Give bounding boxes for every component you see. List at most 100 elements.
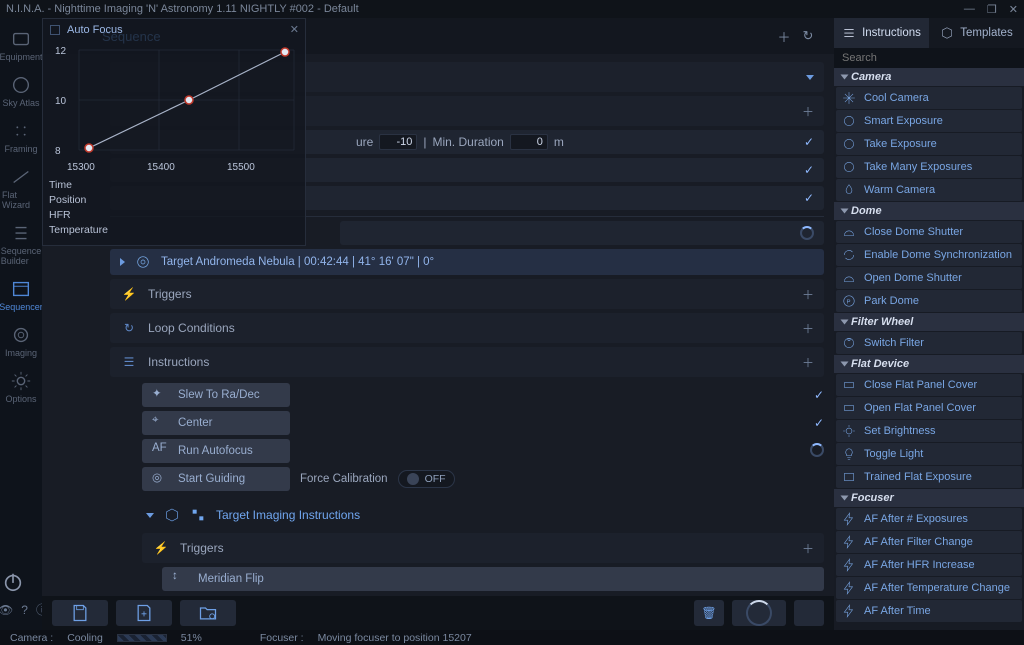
sidebar-item-imaging[interactable]: Imaging	[2, 320, 40, 362]
sidebar-item-options[interactable]: Options	[2, 366, 40, 408]
refresh-button[interactable]: ↻	[796, 24, 820, 48]
seqbuilder-icon	[10, 222, 32, 244]
stop-button[interactable]	[794, 600, 824, 626]
save-button[interactable]	[52, 600, 108, 626]
save-as-icon	[134, 603, 154, 623]
item-af-exposures[interactable]: AF After # Exposures	[836, 508, 1022, 530]
legend-time: Time	[49, 178, 299, 193]
chevron-down-icon	[146, 513, 154, 518]
loop-label: Loop Conditions	[148, 321, 235, 335]
add-icon[interactable]: ＋	[802, 320, 814, 337]
sidebar-item-equipment[interactable]: Equipment	[2, 24, 40, 66]
eye-icon[interactable]: 👁	[0, 603, 13, 617]
item-af-time[interactable]: AF After Time	[836, 600, 1022, 622]
item-af-hfr[interactable]: AF After HFR Increase	[836, 554, 1022, 576]
check-icon	[814, 416, 824, 430]
target-header-row[interactable]: Target Andromeda Nebula | 00:42:44 | 41°…	[110, 249, 824, 275]
item-cool-camera[interactable]: Cool Camera	[836, 87, 1022, 109]
min-duration-input[interactable]	[510, 134, 548, 150]
search-input[interactable]	[834, 48, 1024, 68]
legend-hfr: HFR	[49, 208, 299, 223]
instruction-slew[interactable]: ✦ Slew To Ra/Dec	[142, 383, 290, 407]
group-icon	[190, 507, 206, 523]
window-close[interactable]: ✕	[1009, 3, 1018, 16]
item-open-flat[interactable]: Open Flat Panel Cover	[836, 397, 1022, 419]
cat-dome[interactable]: Dome	[834, 202, 1024, 220]
add-icon[interactable]: ＋	[802, 286, 814, 303]
instruction-runaf[interactable]: AF Run Autofocus	[142, 439, 290, 463]
cat-filterwheel[interactable]: Filter Wheel	[834, 313, 1024, 331]
cat-camera[interactable]: Camera	[834, 68, 1024, 86]
sidebar-item-flatwizard[interactable]: Flat Wizard	[2, 162, 40, 214]
triggers-section[interactable]: ⚡ Triggers ＋	[110, 279, 824, 309]
item-enable-dome-sync[interactable]: Enable Dome Synchronization	[836, 244, 1022, 266]
add-button[interactable]: ＋	[772, 24, 796, 48]
sidebar-item-framing[interactable]: Framing	[2, 116, 40, 158]
force-calibration-toggle[interactable]: OFF	[398, 470, 455, 488]
tab-instructions[interactable]: Instructions	[834, 18, 929, 48]
svg-text:15500: 15500	[227, 162, 255, 173]
sidebar-item-sequencer[interactable]: Sequencer	[2, 274, 40, 316]
status-focuser-text: Moving focuser to position 15207	[318, 632, 472, 644]
sidebar-item-label: Sequence Builder	[1, 246, 42, 266]
add-icon[interactable]: ＋	[802, 354, 814, 371]
instruction-center[interactable]: ⌖ Center	[142, 411, 290, 435]
check-icon	[804, 163, 814, 177]
item-set-brightness[interactable]: Set Brightness	[836, 420, 1022, 442]
instruction-meridian[interactable]: ↕ Meridian Flip	[162, 567, 824, 591]
flame-icon	[842, 183, 856, 197]
park-icon: P	[842, 294, 856, 308]
target-title: Target Andromeda Nebula | 00:42:44 | 41°…	[161, 256, 434, 268]
triggers-section-2[interactable]: ⚡ Triggers ＋	[142, 533, 824, 563]
window-minimize[interactable]: —	[964, 3, 975, 16]
app-title: N.I.N.A. - Nighttime Imaging 'N' Astrono…	[6, 3, 359, 15]
sidebar-item-seqbuilder[interactable]: Sequence Builder	[2, 218, 40, 270]
save-as-button[interactable]	[116, 600, 172, 626]
item-switch-filter[interactable]: Switch Filter	[836, 332, 1022, 354]
bolt-icon	[842, 581, 856, 595]
item-close-flat[interactable]: Close Flat Panel Cover	[836, 374, 1022, 396]
autofocus-legend: Time Position HFR Temperature	[49, 178, 299, 238]
item-af-temperature[interactable]: AF After Temperature Change	[836, 577, 1022, 599]
cat-flatdevice[interactable]: Flat Device	[834, 355, 1024, 373]
loading-row[interactable]	[340, 221, 824, 245]
sidebar-item-label: Flat Wizard	[2, 190, 40, 210]
item-take-many-exposures[interactable]: Take Many Exposures	[836, 156, 1022, 178]
slew-icon: ✦	[152, 386, 170, 404]
tab-templates[interactable]: Templates	[929, 18, 1024, 48]
panel-icon	[842, 378, 856, 392]
item-trained-flat[interactable]: Trained Flat Exposure	[836, 466, 1022, 488]
window-maximize[interactable]: ❐	[987, 3, 997, 16]
item-close-dome[interactable]: Close Dome Shutter	[836, 221, 1022, 243]
item-smart-exposure[interactable]: Smart Exposure	[836, 110, 1022, 132]
delete-button[interactable]: 🗑	[694, 600, 724, 626]
close-icon[interactable]: ✕	[290, 23, 299, 36]
imaging-instructions-group[interactable]: Target Imaging Instructions	[110, 501, 824, 529]
add-icon[interactable]: ＋	[802, 540, 814, 557]
instruction-startguiding[interactable]: ◎ Start Guiding	[142, 467, 290, 491]
open-button[interactable]	[180, 600, 236, 626]
temp-input[interactable]	[379, 134, 417, 150]
add-icon[interactable]: ＋	[802, 103, 814, 120]
chevron-down-icon	[806, 75, 814, 80]
play-icon	[120, 258, 125, 266]
item-take-exposure[interactable]: Take Exposure	[836, 133, 1022, 155]
sidebar-item-label: Options	[5, 394, 36, 404]
item-open-dome[interactable]: Open Dome Shutter	[836, 267, 1022, 289]
instructions-section[interactable]: ☰ Instructions ＋	[110, 347, 824, 377]
gear-icon	[10, 370, 32, 392]
sidebar: Equipment Sky Atlas Framing Flat Wizard …	[0, 18, 42, 630]
item-toggle-light[interactable]: Toggle Light	[836, 443, 1022, 465]
item-warm-camera[interactable]: Warm Camera	[836, 179, 1022, 201]
bulb-icon	[842, 447, 856, 461]
check-icon	[814, 388, 824, 402]
sidebar-item-skyatlas[interactable]: Sky Atlas	[2, 70, 40, 112]
loop-section[interactable]: ↻ Loop Conditions ＋	[110, 313, 824, 343]
power-button[interactable]	[0, 567, 32, 597]
item-af-filter[interactable]: AF After Filter Change	[836, 531, 1022, 553]
cat-focuser[interactable]: Focuser	[834, 489, 1024, 507]
item-park-dome[interactable]: PPark Dome	[836, 290, 1022, 312]
autofocus-panel[interactable]: Auto Focus ✕ 12 10 8	[42, 18, 306, 246]
help-icon[interactable]: ?	[21, 603, 28, 617]
sync-icon	[842, 248, 856, 262]
